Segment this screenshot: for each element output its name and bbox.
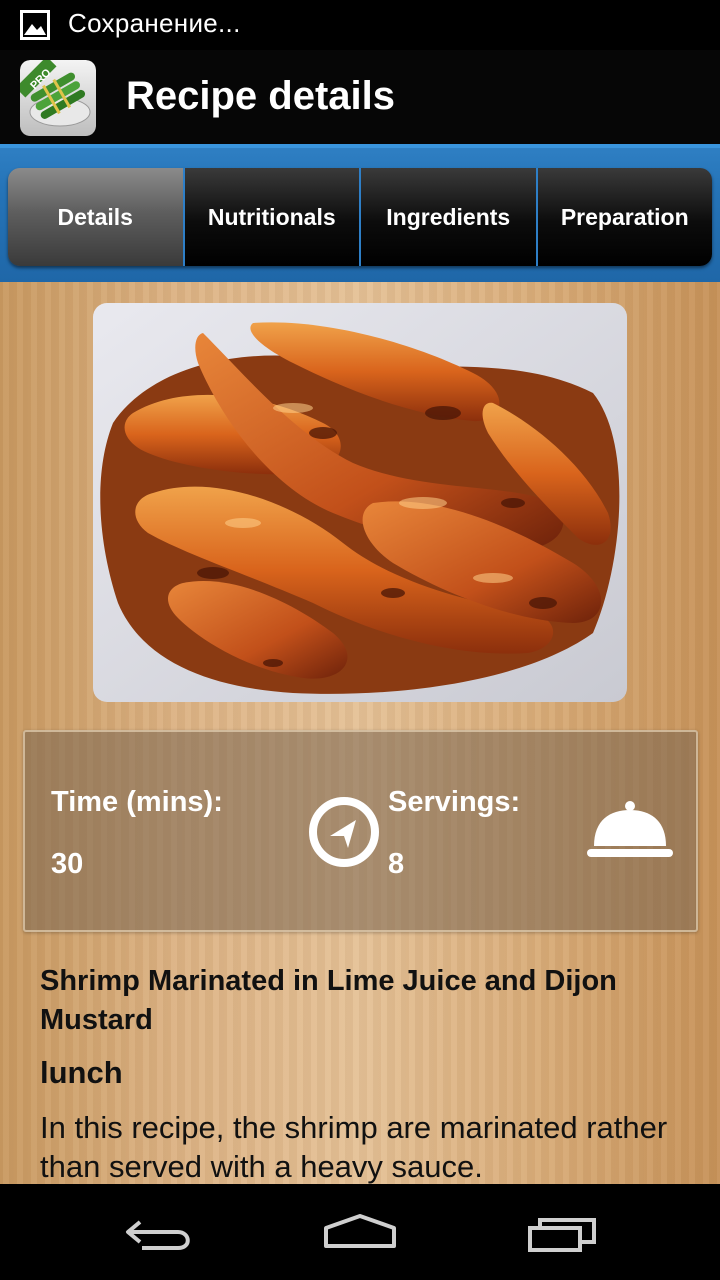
- status-text: Сохранение...: [68, 8, 241, 38]
- action-bar: PRO Recipe details: [0, 50, 720, 144]
- home-icon[interactable]: [320, 1208, 400, 1258]
- app-logo-icon[interactable]: PRO: [20, 60, 96, 136]
- tab-ingredients[interactable]: Ingredients: [359, 168, 536, 266]
- navigation-bar: [0, 1184, 720, 1280]
- recipe-category: lunch: [40, 1055, 123, 1090]
- tab-bar: Details Nutritionals Ingredients Prepara…: [8, 168, 712, 266]
- recipe-title: Shrimp Marinated in Lime Juice and Dijon…: [40, 965, 617, 1036]
- tab-bar-container: Details Nutritionals Ingredients Prepara…: [0, 144, 720, 282]
- status-bar: Сохранение...: [0, 0, 720, 50]
- cloche-icon: [587, 801, 673, 857]
- time-value: 30: [51, 848, 84, 880]
- servings-label: Servings:: [388, 786, 521, 818]
- recipe-content[interactable]: Time (mins): 30 Servings: 8 Shrimp Marin…: [0, 282, 720, 1184]
- recipe-description: In this recipe, the shrimp are marinated…: [40, 1110, 668, 1184]
- tab-preparation[interactable]: Preparation: [535, 168, 712, 266]
- page-title: Recipe details: [126, 74, 396, 118]
- recipe-photo: [93, 303, 627, 702]
- tab-details[interactable]: Details: [8, 168, 183, 266]
- back-icon[interactable]: [120, 1208, 200, 1258]
- recipe-info-box: Time (mins): 30 Servings: 8: [23, 730, 698, 932]
- time-label: Time (mins):: [51, 786, 223, 818]
- tab-nutritionals[interactable]: Nutritionals: [182, 168, 359, 266]
- recents-icon[interactable]: [522, 1208, 602, 1258]
- timer-icon: [309, 797, 379, 867]
- servings-value: 8: [388, 848, 405, 880]
- image-icon: [20, 10, 50, 40]
